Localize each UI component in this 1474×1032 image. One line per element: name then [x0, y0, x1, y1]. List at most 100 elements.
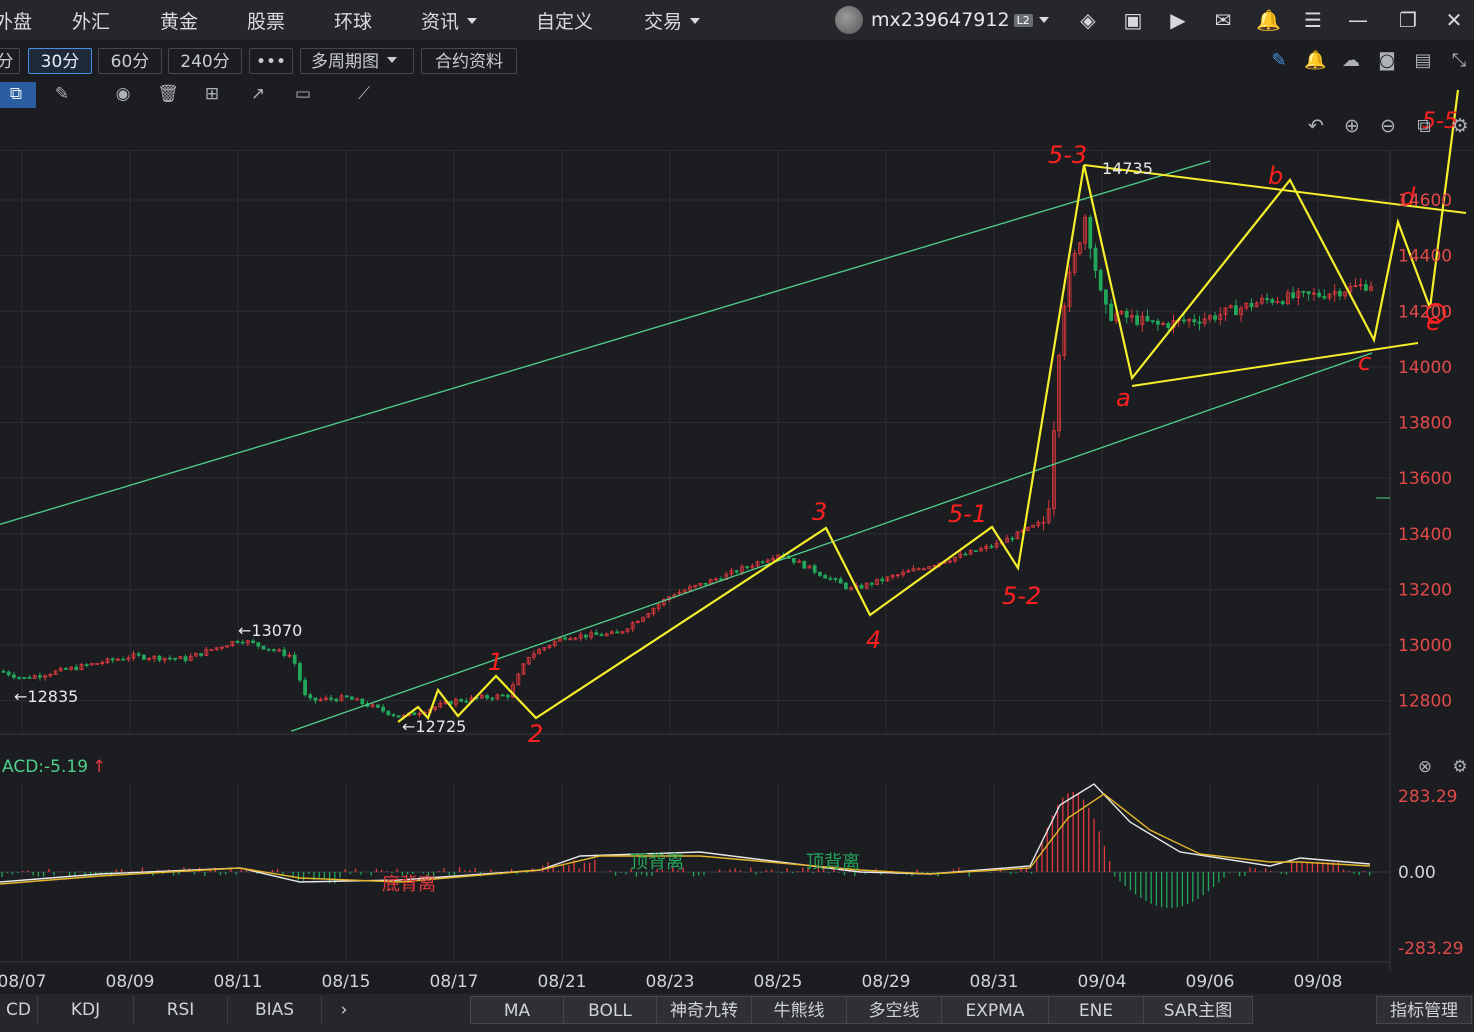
candle-body-162 — [844, 582, 848, 589]
candle-body-169 — [880, 578, 885, 582]
candle-body-115 — [599, 634, 604, 637]
tab-shenqi[interactable]: 神奇九转 — [656, 996, 752, 1024]
candle-body-2 — [11, 674, 16, 678]
tab-ma[interactable]: MA — [470, 996, 564, 1024]
candle-body-237 — [1234, 305, 1238, 316]
candle-body-154 — [802, 560, 807, 569]
candle-body-1 — [6, 671, 11, 676]
candle-body-30 — [157, 655, 162, 661]
candle-body-159 — [828, 577, 833, 580]
candle-body-114 — [594, 632, 599, 636]
tab-expma[interactable]: EXPMA — [941, 996, 1049, 1024]
candle-body-185 — [963, 553, 968, 556]
kline-chart[interactable]: 12345-15-25-3abcde5-5 128001300013200134… — [0, 0, 1474, 994]
chevron-right-icon[interactable]: › — [322, 996, 366, 1024]
settings-icon[interactable]: ⚙ — [1451, 115, 1468, 137]
candle-body-156 — [812, 565, 817, 573]
tab-niuxiong[interactable]: 牛熊线 — [751, 996, 847, 1024]
candle-body-27 — [141, 654, 146, 660]
indicator-bar: CD KDJ RSI BIAS › MA BOLL 神奇九转 牛熊线 多空线 E… — [0, 994, 1474, 1032]
candle-body-254 — [1322, 295, 1327, 299]
tab-rsi[interactable]: RSI — [134, 996, 228, 1024]
candle-body-58 — [303, 679, 308, 696]
wave-path — [397, 89, 1460, 723]
wave-label-1: 1 — [488, 648, 503, 676]
macd-settings-icon[interactable]: ⚙ — [1452, 757, 1467, 777]
candle-body-161 — [838, 578, 843, 584]
candle-body-45 — [235, 641, 240, 643]
candle-body-143 — [745, 566, 749, 569]
price-tick-13800: 13800 — [1398, 414, 1452, 434]
date-tick-08-15: 08/15 — [322, 972, 371, 992]
candle-body-210 — [1093, 247, 1098, 271]
candle-body-108 — [563, 637, 567, 640]
price-tick-14600: 14600 — [1398, 191, 1452, 211]
macd-close-icon[interactable]: ⊗ — [1418, 757, 1432, 777]
tab-sar[interactable]: SAR主图 — [1143, 996, 1253, 1024]
wave-label-5-1: 5-1 — [948, 500, 987, 528]
candle-body-48 — [251, 640, 256, 644]
tab-bias[interactable]: BIAS — [228, 996, 322, 1024]
candle-body-221 — [1150, 320, 1155, 323]
candle-body-68 — [355, 698, 360, 701]
layout-icon[interactable]: ⧉ — [1417, 115, 1431, 137]
candle-body-38 — [199, 653, 204, 656]
candle-body-67 — [349, 696, 354, 700]
candle-body-26 — [136, 653, 141, 656]
undo-icon[interactable]: ↶ — [1308, 115, 1324, 137]
date-tick-08-17: 08/17 — [430, 972, 479, 992]
zoom-out-icon[interactable]: ⊖ — [1380, 115, 1396, 137]
macd-panel: ACD:-5.19 ↑ 283.29 0.00 -283.29 底背离 顶背离 顶背离 — [0, 757, 1464, 959]
candle-body-64 — [334, 698, 339, 702]
price-marks: ←12835 ←13070 ←12725 14735 — [14, 159, 1153, 736]
tab-boll[interactable]: BOLL — [563, 996, 657, 1024]
dea-line — [0, 793, 1371, 885]
candle-body-73 — [381, 706, 386, 712]
candle-body-135 — [703, 582, 708, 585]
candle-body-112 — [584, 634, 588, 638]
candle-body-250 — [1301, 290, 1306, 293]
channel-line-0 — [0, 160, 1211, 526]
tab-ene[interactable]: ENE — [1048, 996, 1144, 1024]
candle-body-118 — [615, 631, 619, 634]
price-tick-13600: 13600 — [1398, 469, 1452, 489]
candle-body-35 — [183, 656, 188, 662]
candle-body-209 — [1088, 216, 1093, 249]
candle-body-152 — [792, 557, 796, 563]
candle-body-46 — [240, 641, 245, 644]
candle-body-157 — [818, 571, 822, 576]
tab-macd[interactable]: CD — [0, 996, 38, 1024]
indicator-manage-button[interactable]: 指标管理 — [1376, 996, 1472, 1024]
candle-body-187 — [974, 550, 978, 552]
macd-arrow-icon: ↑ — [92, 757, 106, 777]
wave-annotations: 12345-15-25-3abcde5-5 — [397, 89, 1467, 748]
candle-body-167 — [870, 582, 874, 585]
price-tick-13400: 13400 — [1398, 525, 1452, 545]
candle-body-21 — [110, 658, 115, 661]
wave-label-a: a — [1116, 384, 1131, 412]
candle-body-248 — [1291, 292, 1295, 298]
channel-lines — [0, 160, 1373, 732]
candle-body-233 — [1213, 315, 1217, 320]
candle-body-88 — [459, 699, 464, 702]
wave-label-4: 4 — [866, 626, 881, 654]
zoom-in-icon[interactable]: ⊕ — [1344, 115, 1360, 137]
price-tick-14400: 14400 — [1398, 247, 1452, 267]
candle-body-4 — [22, 677, 27, 679]
price-mark-14735: 14735 — [1102, 159, 1153, 178]
date-tick-08-31: 08/31 — [970, 972, 1019, 992]
date-axis: 08/07 08/09 08/11 08/15 08/17 08/21 08/23 08/25… — [0, 972, 1343, 992]
candle-body-146 — [760, 561, 765, 564]
dif-line — [0, 783, 1371, 883]
tab-duokong[interactable]: 多空线 — [846, 996, 942, 1024]
candle-body-160 — [833, 578, 838, 580]
candle-body-220 — [1145, 316, 1150, 322]
candle-body-246 — [1280, 301, 1285, 305]
candle-body-79 — [412, 712, 417, 716]
tab-kdj[interactable]: KDJ — [38, 996, 134, 1024]
candle-body-213 — [1109, 303, 1113, 321]
candle-body-33 — [173, 657, 178, 660]
date-tick-09-08: 09/08 — [1294, 972, 1343, 992]
candle-body-230 — [1197, 321, 1202, 324]
candle-body-257 — [1338, 290, 1342, 297]
